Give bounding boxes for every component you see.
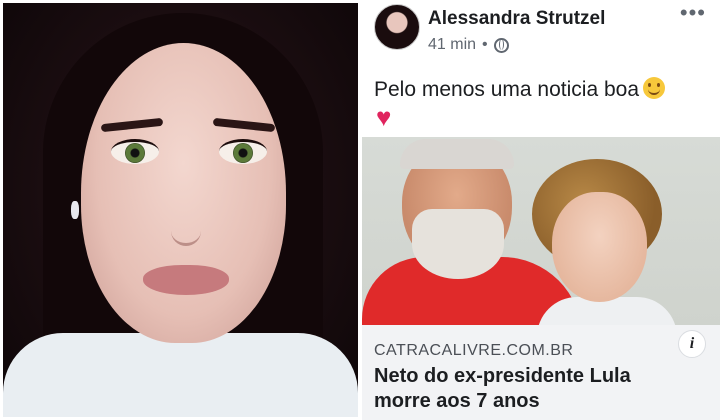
image-boy-face: [552, 192, 647, 302]
post-text: Pelo menos uma noticia boa: [374, 76, 665, 104]
image-man-beard: [412, 209, 504, 279]
author-avatar[interactable]: [374, 4, 420, 50]
post-meta: 41 min •: [428, 36, 509, 54]
more-options-icon[interactable]: •••: [680, 0, 706, 26]
link-title[interactable]: Neto do ex-presidente Lula morre aos 7 a…: [374, 364, 674, 414]
post-text-content: Pelo menos uma noticia boa: [374, 78, 639, 101]
profile-photo: [3, 3, 358, 417]
image-man-hair: [400, 139, 514, 169]
globe-icon: [493, 37, 509, 53]
photo-nose: [171, 173, 201, 246]
photo-left-eye: [111, 139, 159, 164]
author-name[interactable]: Alessandra Strutzel: [428, 8, 605, 30]
post-time[interactable]: 41 min: [428, 36, 476, 54]
info-icon[interactable]: i: [678, 330, 706, 358]
photo-earring: [71, 201, 79, 219]
smile-emoji-icon: [643, 77, 665, 99]
photo-right-eye: [219, 139, 267, 164]
link-preview-image[interactable]: [362, 137, 720, 325]
meta-separator: •: [482, 36, 488, 53]
photo-lips: [143, 265, 229, 295]
facebook-post: Alessandra Strutzel 41 min • ••• Pelo me…: [362, 0, 720, 420]
heart-emoji-icon: ♥: [376, 102, 392, 132]
link-domain[interactable]: CATRACALIVRE.COM.BR: [374, 342, 573, 360]
photo-shirt: [3, 333, 358, 417]
